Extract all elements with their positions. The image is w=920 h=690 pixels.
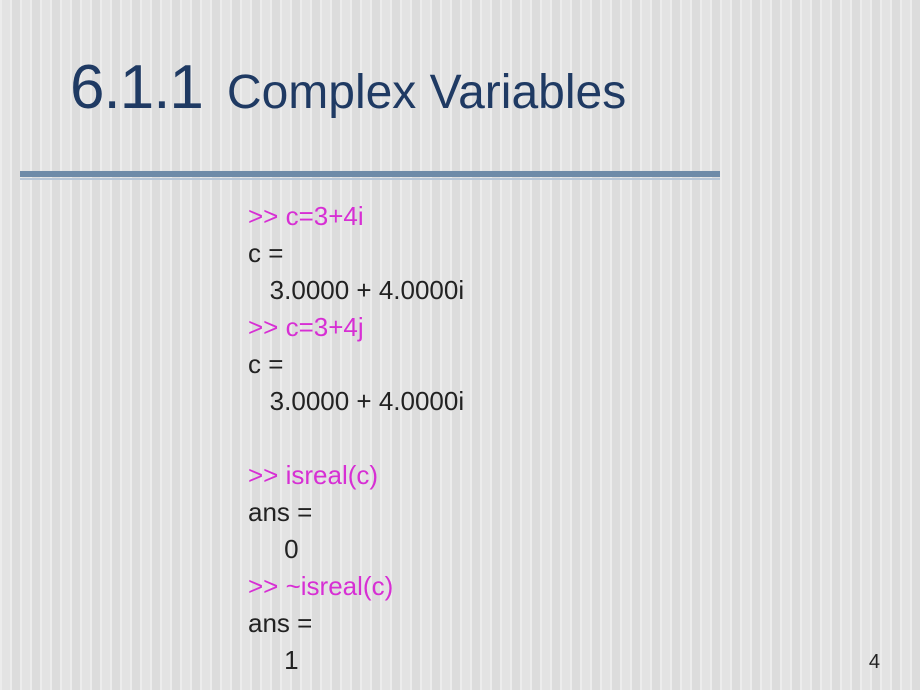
code-prompt-line: >> isreal(c) [248, 457, 464, 494]
slide: 6.1.1Complex Variables >> c=3+4ic = 3.00… [0, 0, 920, 690]
code-output-line: ans = [248, 605, 464, 642]
code-output-line: 3.0000 + 4.0000i [248, 383, 464, 420]
section-title-text: Complex Variables [227, 66, 626, 119]
code-output-line: c = [248, 235, 464, 272]
code-output-line: ans = [248, 494, 464, 531]
code-block: >> c=3+4ic = 3.0000 + 4.0000i>> c=3+4jc … [248, 198, 464, 679]
horizontal-rule [20, 171, 720, 177]
code-prompt-line: >> c=3+4j [248, 309, 464, 346]
code-blank-line [248, 420, 464, 457]
page-number: 4 [869, 651, 880, 674]
slide-title: 6.1.1 Complex Variables [70, 52, 626, 123]
code-output-line: 0 [248, 531, 464, 568]
code-prompt-line: >> c=3+4i [248, 198, 464, 235]
code-prompt-line: >> ~isreal(c) [248, 568, 464, 605]
code-output-line: c = [248, 346, 464, 383]
section-number: 6.1.1 [70, 53, 203, 122]
code-output-line: 1 [248, 642, 464, 679]
code-output-line: 3.0000 + 4.0000i [248, 272, 464, 309]
